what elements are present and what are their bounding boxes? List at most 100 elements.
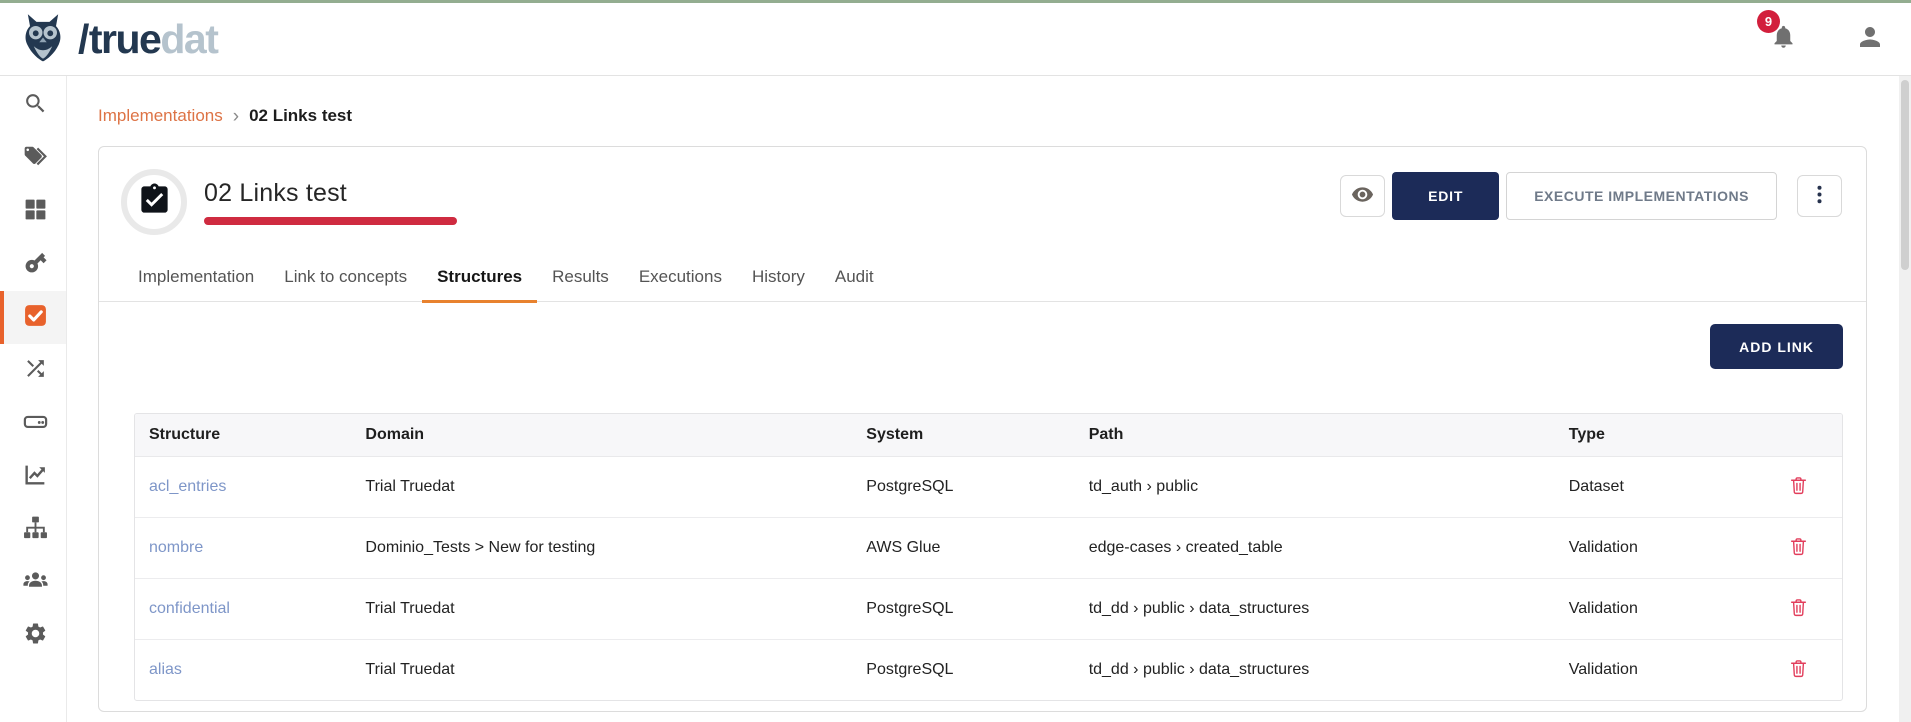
tags-icon: [23, 144, 48, 174]
sidebar-item-search[interactable]: [0, 79, 66, 132]
sidebar-item-glossary[interactable]: [0, 132, 66, 185]
structure-link[interactable]: alias: [149, 661, 182, 678]
edit-button[interactable]: EDIT: [1392, 172, 1499, 220]
owl-logo-icon: [16, 11, 70, 68]
sidebar-item-domains[interactable]: [0, 503, 66, 556]
clipboard-check-icon: [137, 182, 172, 222]
shuffle-icon: [23, 356, 48, 386]
more-options-button[interactable]: [1797, 175, 1842, 217]
sidebar-item-dashboards[interactable]: [0, 450, 66, 503]
table-row: nombre Dominio_Tests > New for testing A…: [135, 518, 1842, 579]
notifications-button[interactable]: 9: [1770, 23, 1797, 55]
grid-icon: [23, 197, 48, 227]
breadcrumb: Implementations › 02 Links test: [98, 106, 352, 126]
notification-badge: 9: [1757, 10, 1780, 33]
cell-path: td_dd › public › data_structures: [1075, 579, 1555, 640]
scrollbar-thumb[interactable]: [1901, 80, 1909, 270]
add-link-button[interactable]: ADD LINK: [1710, 324, 1843, 369]
tab-structures[interactable]: Structures: [422, 255, 537, 301]
trash-icon: [1788, 606, 1809, 621]
cell-type: Validation: [1555, 518, 1754, 579]
trash-icon: [1788, 545, 1809, 560]
title-underline: [204, 217, 457, 225]
cell-domain: Trial Truedat: [351, 579, 852, 640]
cell-system: PostgreSQL: [852, 457, 1074, 518]
preview-button[interactable]: [1340, 175, 1385, 217]
cell-system: PostgreSQL: [852, 579, 1074, 640]
delete-link-button[interactable]: [1786, 595, 1811, 623]
tab-results[interactable]: Results: [537, 255, 624, 301]
cell-path: edge-cases › created_table: [1075, 518, 1555, 579]
cell-system: PostgreSQL: [852, 640, 1074, 701]
logo-wordmark: /truedat: [78, 16, 217, 63]
table-row: confidential Trial Truedat PostgreSQL td…: [135, 579, 1842, 640]
cell-domain: Trial Truedat: [351, 457, 852, 518]
top-accent-strip: [0, 0, 1911, 3]
implementation-avatar: [121, 169, 187, 235]
app-header: /truedat 9: [0, 3, 1911, 76]
truedat-logo[interactable]: /truedat: [16, 11, 217, 68]
gear-icon: [23, 621, 48, 651]
cell-path: td_auth › public: [1075, 457, 1555, 518]
bell-icon: [1770, 37, 1797, 54]
card-header: 02 Links test EDIT EXECUTE IMPLEMENTATIO…: [99, 147, 1866, 235]
sidebar-item-permissions[interactable]: [0, 238, 66, 291]
column-header-structure: Structure: [135, 414, 351, 457]
tab-link-to-concepts[interactable]: Link to concepts: [269, 255, 422, 301]
table-row: alias Trial Truedat PostgreSQL td_dd › p…: [135, 640, 1842, 701]
cell-system: AWS Glue: [852, 518, 1074, 579]
user-menu-button[interactable]: [1855, 22, 1885, 57]
sitemap-icon: [23, 515, 48, 545]
column-header-type: Type: [1555, 414, 1754, 457]
cell-domain: Trial Truedat: [351, 640, 852, 701]
drive-icon: [23, 409, 48, 439]
structures-panel: ADD LINK Structure Domain System Path: [99, 302, 1866, 701]
kebab-menu-icon: [1808, 183, 1831, 209]
sidebar-item-systems[interactable]: [0, 397, 66, 450]
search-icon: [23, 91, 48, 121]
eye-icon: [1351, 183, 1374, 209]
breadcrumb-current: 02 Links test: [249, 106, 352, 126]
card-actions: EDIT EXECUTE IMPLEMENTATIONS: [1340, 172, 1842, 220]
execute-implementations-button[interactable]: EXECUTE IMPLEMENTATIONS: [1506, 172, 1777, 220]
table-row: acl_entries Trial Truedat PostgreSQL td_…: [135, 457, 1842, 518]
quality-check-icon: [23, 303, 48, 333]
sidebar-item-users[interactable]: [0, 556, 66, 609]
column-header-path: Path: [1075, 414, 1555, 457]
column-header-actions: [1754, 414, 1842, 457]
sidebar-item-catalog[interactable]: [0, 185, 66, 238]
cell-type: Validation: [1555, 640, 1754, 701]
delete-link-button[interactable]: [1786, 656, 1811, 684]
cell-path: td_dd › public › data_structures: [1075, 640, 1555, 701]
trash-icon: [1788, 667, 1809, 682]
column-header-domain: Domain: [351, 414, 852, 457]
implementation-card: 02 Links test EDIT EXECUTE IMPLEMENTATIO…: [98, 146, 1867, 712]
structure-link[interactable]: confidential: [149, 600, 230, 617]
tab-executions[interactable]: Executions: [624, 255, 737, 301]
sidebar-item-quality[interactable]: [0, 291, 66, 344]
cell-domain: Dominio_Tests > New for testing: [351, 518, 852, 579]
tab-audit[interactable]: Audit: [820, 255, 889, 301]
vertical-scrollbar[interactable]: [1899, 76, 1911, 722]
sidebar-item-settings[interactable]: [0, 609, 66, 662]
cell-type: Dataset: [1555, 457, 1754, 518]
cell-type: Validation: [1555, 579, 1754, 640]
structures-table: Structure Domain System Path Type acl_en…: [134, 413, 1843, 701]
tab-bar: Implementation Link to concepts Structur…: [99, 255, 1866, 302]
structure-link[interactable]: nombre: [149, 539, 203, 556]
tab-implementation[interactable]: Implementation: [123, 255, 269, 301]
page-title: 02 Links test: [204, 179, 457, 208]
user-icon: [1855, 39, 1885, 56]
delete-link-button[interactable]: [1786, 473, 1811, 501]
sidebar-nav: [0, 76, 67, 722]
breadcrumb-separator: ›: [233, 108, 239, 125]
structure-link[interactable]: acl_entries: [149, 478, 226, 495]
chart-icon: [23, 462, 48, 492]
delete-link-button[interactable]: [1786, 534, 1811, 562]
sidebar-item-lineage[interactable]: [0, 344, 66, 397]
table-header-row: Structure Domain System Path Type: [135, 414, 1842, 457]
key-icon: [23, 250, 48, 280]
column-header-system: System: [852, 414, 1074, 457]
tab-history[interactable]: History: [737, 255, 820, 301]
breadcrumb-implementations-link[interactable]: Implementations: [98, 106, 223, 126]
